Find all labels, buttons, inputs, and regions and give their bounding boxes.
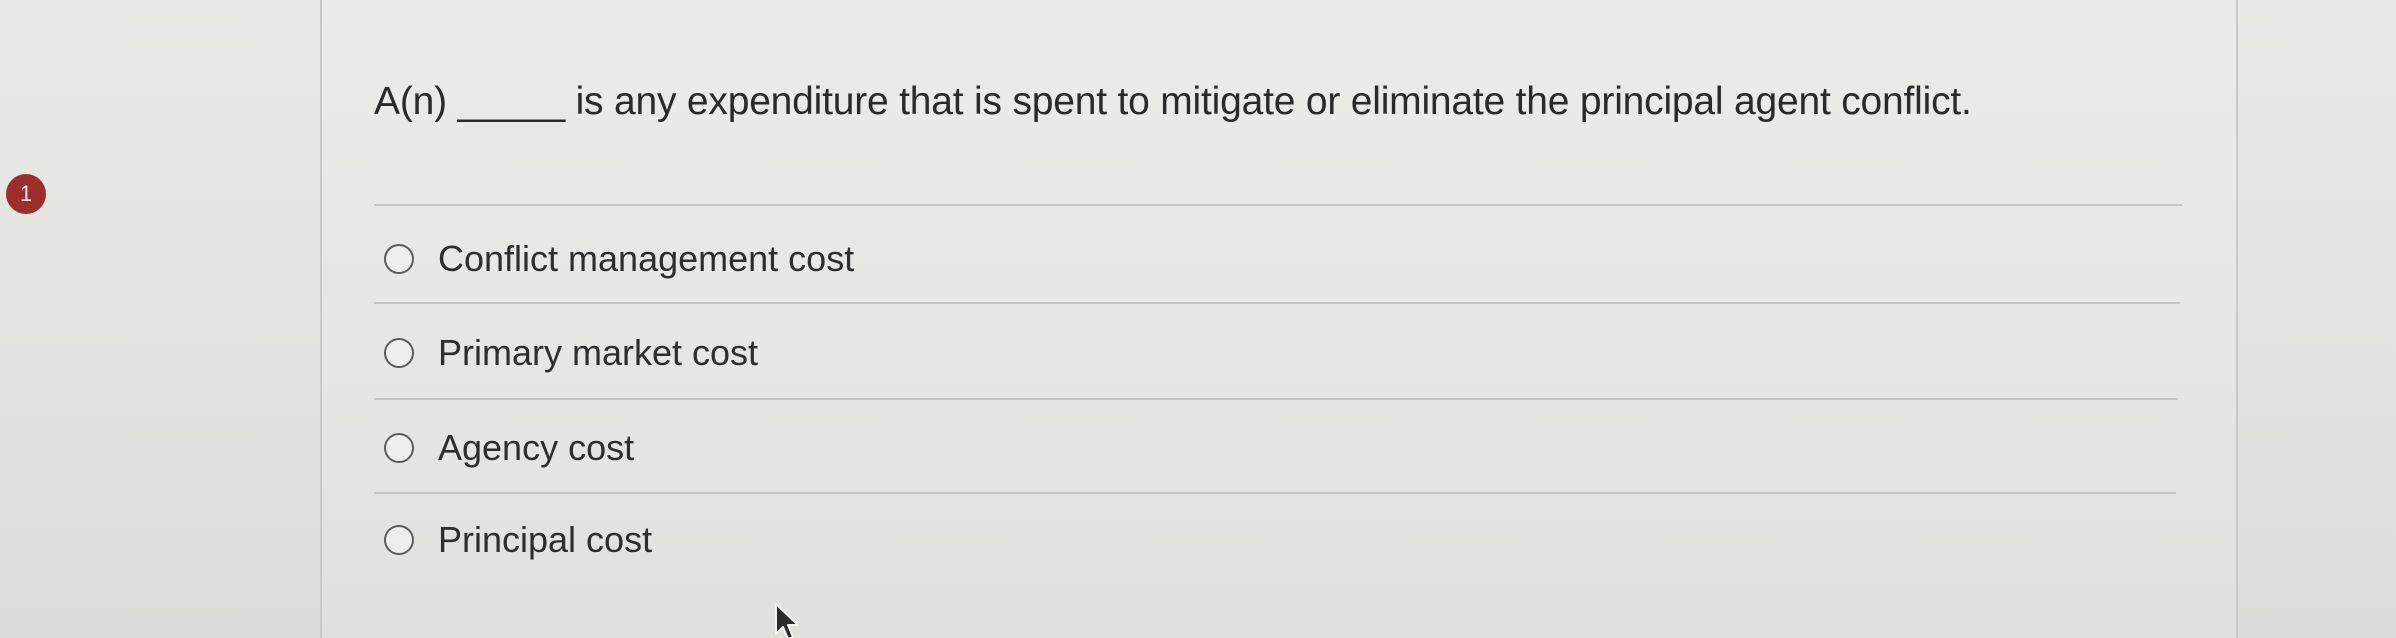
radio-button-icon[interactable] [384,433,414,463]
question-number-badge: 1 [6,174,46,214]
radio-button-icon[interactable] [384,338,414,368]
radio-button-icon[interactable] [384,525,414,555]
answer-option-label: Conflict management cost [438,238,855,279]
option-divider [374,398,2178,400]
answer-option-principal-cost[interactable]: Principal cost [384,516,652,564]
answer-option-label: Principal cost [438,519,653,560]
answer-option-conflict-management-cost[interactable]: Conflict management cost [384,235,854,283]
quiz-page: 1 A(n) _____ is any expenditure that is … [0,0,2396,638]
answer-option-agency-cost[interactable]: Agency cost [384,424,634,472]
option-divider [374,492,2176,494]
mouse-pointer-icon [775,603,799,638]
question-divider [374,204,2182,206]
question-text: A(n) _____ is any expenditure that is sp… [374,80,1972,123]
answer-option-label: Primary market cost [438,332,759,373]
option-divider [374,302,2180,304]
radio-button-icon[interactable] [384,244,414,274]
answer-option-primary-market-cost[interactable]: Primary market cost [384,329,758,377]
answer-option-label: Agency cost [438,427,635,468]
question-card: A(n) _____ is any expenditure that is sp… [320,0,2238,638]
